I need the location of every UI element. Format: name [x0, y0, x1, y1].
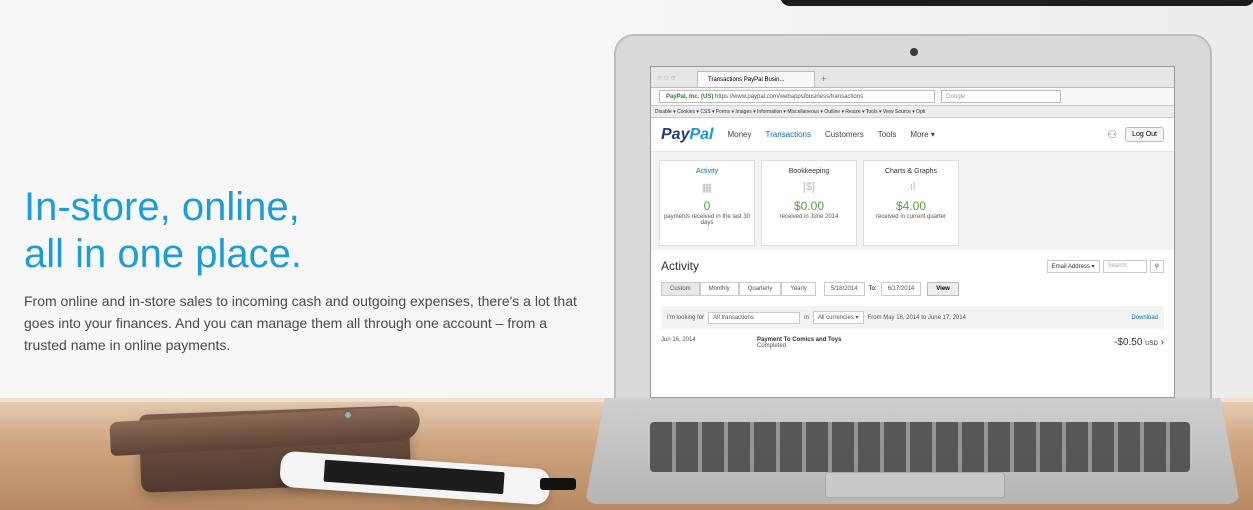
- looking-for-label: I'm looking for: [667, 314, 705, 321]
- card-activity: Activity ▦ 0 payments received in the la…: [659, 160, 755, 246]
- date-to-input: 6/17/2014: [880, 282, 922, 296]
- laptop-trackpad: [825, 472, 1005, 498]
- hero-body-text: From online and in-store sales to incomi…: [24, 293, 577, 353]
- amount-currency: USD: [1145, 341, 1158, 347]
- search-icon: ⚲: [1149, 259, 1164, 273]
- nav-right: ⚇ Log Out: [1107, 127, 1164, 142]
- phone-cable: [540, 478, 576, 490]
- logo-pal: Pal: [689, 125, 714, 143]
- transaction-type-select: All transactions: [708, 311, 801, 324]
- activity-search: Email Address ▾ Search ⚲: [1046, 259, 1164, 273]
- transaction-status: Completed: [757, 343, 787, 349]
- headline-line-1: In-store, online,: [24, 185, 300, 229]
- activity-title: Activity: [661, 259, 700, 273]
- bar-chart-icon: .ıl: [906, 181, 916, 193]
- card-bookkeeping: Bookkeeping [$] $0.00 received in June 2…: [761, 160, 857, 246]
- nav-tools: Tools: [877, 130, 897, 139]
- activity-panel: Activity Email Address ▾ Search ⚲ Custom…: [651, 250, 1174, 355]
- currency-select: All currencies ▾: [812, 311, 864, 324]
- browser-tab-bar: ○○○ Transactions PayPal Busin... +: [651, 67, 1174, 88]
- user-icon: ⚇: [1107, 129, 1118, 141]
- headline-line-2: all in one place.: [24, 232, 302, 276]
- card-value: $0.00: [793, 199, 825, 213]
- site-identity: PayPal, Inc. (US): [666, 94, 714, 100]
- date-from-input: 5/18/2014: [823, 282, 865, 296]
- email-filter-select: Email Address ▾: [1046, 259, 1100, 273]
- activity-header: Activity Email Address ▾ Search ⚲: [661, 256, 1164, 276]
- card-caption: received in current quarter: [875, 214, 947, 220]
- phone-screen: [323, 459, 505, 495]
- url-field: PayPal, Inc. (US) https://www.paypal.com…: [659, 90, 935, 103]
- activity-search-input: Search: [1102, 259, 1147, 273]
- logout-button: Log Out: [1125, 127, 1164, 142]
- card-title: Bookkeeping: [788, 168, 830, 175]
- transaction-amount: -$0.50 USD ›: [1114, 337, 1164, 348]
- to-label: To:: [868, 286, 877, 292]
- address-bar: PayPal, Inc. (US) https://www.paypal.com…: [651, 88, 1174, 106]
- laptop-screen: ○○○ Transactions PayPal Busin... + PayPa…: [650, 66, 1175, 398]
- hero-scene: In-store, online, all in one place. From…: [0, 0, 1253, 510]
- amount-value: -$0.50: [1114, 337, 1143, 348]
- activity-icon: ▦: [701, 182, 713, 194]
- laptop-camera: [910, 48, 918, 56]
- card-caption: received in June 2014: [779, 214, 839, 220]
- nav-more: More ▾: [910, 130, 935, 139]
- view-button: View: [927, 282, 959, 296]
- card-value: 0: [703, 199, 711, 213]
- summary-cards: Activity ▦ 0 payments received in the la…: [659, 160, 1166, 246]
- paypal-logo: PayPal: [661, 126, 713, 144]
- dashboard-cards-area: Activity ▦ 0 payments received in the la…: [651, 152, 1174, 250]
- bookkeeping-icon: [$]: [802, 181, 816, 193]
- nav-money: Money: [727, 130, 752, 139]
- date-range-text: From May 18, 2014 to June 17, 2014: [867, 314, 966, 321]
- period-filters: Custom Monthly Quarterly Yearly 5/18/201…: [661, 282, 1164, 296]
- chevron-right-icon: ›: [1160, 337, 1164, 348]
- card-charts: Charts & Graphs .ıl $4.00 received in cu…: [863, 160, 959, 246]
- browser-tab: Transactions PayPal Busin...: [697, 71, 815, 87]
- paypal-navbar: PayPal Money Transactions Customers Tool…: [651, 118, 1174, 152]
- wallet-snap: [343, 410, 353, 420]
- search-criteria-bar: I'm looking for All transactions in All …: [661, 306, 1164, 329]
- card-title: Charts & Graphs: [884, 168, 938, 175]
- card-caption: payments received in the last 30 days: [663, 214, 751, 226]
- logo-pay: Pay: [661, 125, 690, 143]
- laptop-keyboard: [650, 422, 1190, 472]
- new-tab-icon: +: [821, 74, 827, 84]
- hero-headline: In-store, online, all in one place.: [24, 184, 544, 278]
- segment-monthly: Monthly: [699, 282, 739, 296]
- browser-search-field: Google: [941, 90, 1061, 103]
- download-link: Download: [1131, 314, 1158, 321]
- dark-overhead-object: [780, 0, 1253, 6]
- in-label: in: [804, 314, 809, 321]
- tab-title: Transactions PayPal Busin...: [708, 77, 785, 83]
- card-value: $4.00: [895, 199, 927, 213]
- transaction-date: Jun 16, 2014: [661, 337, 696, 343]
- segment-custom: Custom: [661, 282, 700, 296]
- transaction-row: Jun 16, 2014 Payment To Comics and Toys …: [661, 337, 1164, 349]
- transaction-description: Payment To Comics and Toys Completed: [757, 337, 841, 349]
- card-title: Activity: [695, 168, 719, 175]
- nav-transactions: Transactions: [765, 130, 812, 139]
- window-controls-icon: ○○○: [657, 73, 678, 82]
- nav-customers: Customers: [825, 130, 864, 139]
- web-developer-toolbar: Disable ▾ Cookies ▾ CSS ▾ Forms ▾ Images…: [651, 106, 1174, 118]
- url-text: https://www.paypal.com/webapps/business/…: [715, 94, 864, 100]
- segment-yearly: Yearly: [781, 282, 816, 296]
- segment-quarterly: Quarterly: [738, 282, 782, 296]
